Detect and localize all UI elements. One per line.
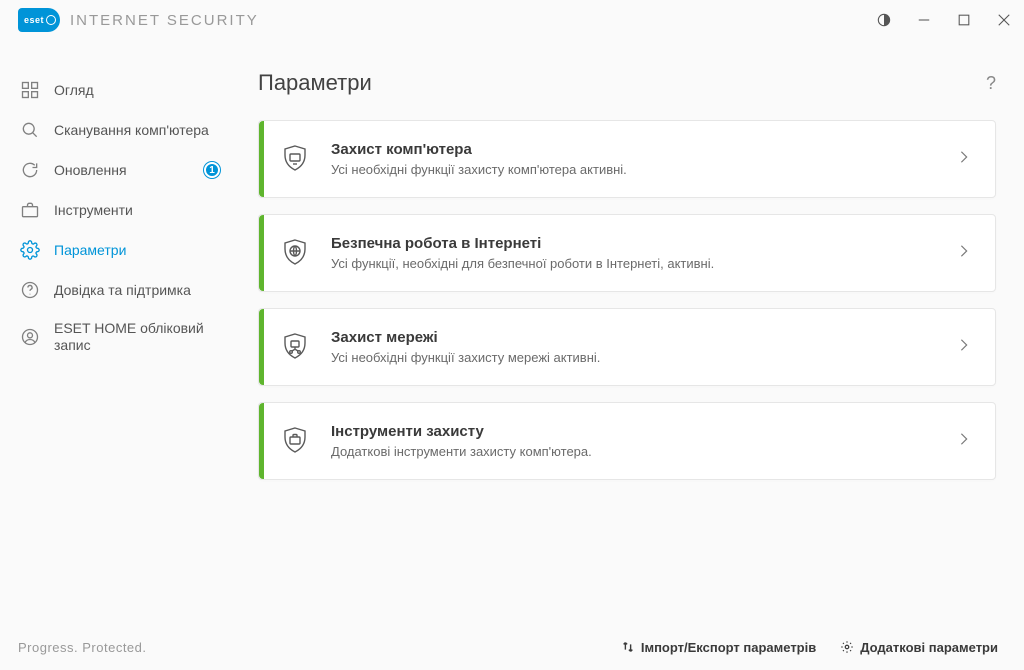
sidebar-item-overview[interactable]: Огляд — [14, 70, 232, 110]
card-internet-protection[interactable]: Безпечна робота в Інтернеті Усі функції,… — [258, 214, 996, 292]
window-controls — [864, 0, 1024, 40]
card-desc: Усі необхідні функції захисту мережі акт… — [331, 350, 957, 365]
sidebar-item-label: Оновлення — [54, 162, 127, 179]
update-badge: 1 — [204, 162, 220, 178]
card-title: Захист мережі — [331, 329, 957, 346]
card-title: Безпечна робота в Інтернеті — [331, 235, 957, 252]
minimize-button[interactable] — [904, 0, 944, 40]
sidebar-item-account[interactable]: ESET HOME обліковий запис — [14, 310, 232, 364]
sidebar-item-update[interactable]: Оновлення 1 — [14, 150, 232, 190]
app-logo: eset INTERNET SECURITY — [18, 8, 259, 32]
gear-icon — [840, 640, 854, 654]
cards-container: Захист комп'ютера Усі необхідні функції … — [258, 120, 996, 480]
sidebar-item-label: Параметри — [54, 242, 126, 259]
card-desc: Усі необхідні функції захисту комп'ютера… — [331, 162, 957, 177]
chevron-right-icon — [957, 150, 971, 169]
sidebar-item-label: ESET HOME обліковий запис — [54, 320, 226, 354]
sidebar-item-label: Довідка та підтримка — [54, 282, 191, 299]
sidebar-item-label: Сканування комп'ютера — [54, 122, 209, 139]
transfer-icon — [621, 640, 635, 654]
chevron-right-icon — [957, 338, 971, 357]
footer-slogan: Progress. Protected. — [18, 640, 147, 655]
sidebar-item-label: Огляд — [54, 82, 94, 99]
shield-monitor-icon — [259, 143, 331, 175]
gear-icon — [20, 240, 40, 260]
card-desc: Усі функції, необхідні для безпечної роб… — [331, 256, 957, 271]
shield-globe-icon — [259, 237, 331, 269]
footer-link-label: Імпорт/Експорт параметрів — [641, 640, 816, 655]
help-button[interactable]: ? — [986, 73, 996, 94]
logo-badge: eset — [18, 8, 60, 32]
card-computer-protection[interactable]: Захист комп'ютера Усі необхідні функції … — [258, 120, 996, 198]
grid-icon — [20, 80, 40, 100]
advanced-setup-link[interactable]: Додаткові параметри — [840, 640, 998, 655]
sidebar-item-tools[interactable]: Інструменти — [14, 190, 232, 230]
chevron-right-icon — [957, 244, 971, 263]
footer: Progress. Protected. Імпорт/Експорт пара… — [0, 624, 1024, 670]
maximize-button[interactable] — [944, 0, 984, 40]
sidebar: Огляд Сканування комп'ютера Оновлення 1 … — [0, 40, 246, 624]
briefcase-icon — [20, 200, 40, 220]
sidebar-item-help[interactable]: Довідка та підтримка — [14, 270, 232, 310]
logo-text: INTERNET SECURITY — [70, 12, 259, 29]
shield-briefcase-icon — [259, 425, 331, 457]
card-security-tools[interactable]: Інструменти захисту Додаткові інструмент… — [258, 402, 996, 480]
card-desc: Додаткові інструменти захисту комп'ютера… — [331, 444, 957, 459]
contrast-icon[interactable] — [864, 0, 904, 40]
card-title: Інструменти захисту — [331, 423, 957, 440]
close-button[interactable] — [984, 0, 1024, 40]
card-network-protection[interactable]: Захист мережі Усі необхідні функції захи… — [258, 308, 996, 386]
titlebar: eset INTERNET SECURITY — [0, 0, 1024, 40]
shield-network-icon — [259, 331, 331, 363]
card-title: Захист комп'ютера — [331, 141, 957, 158]
import-export-link[interactable]: Імпорт/Експорт параметрів — [621, 640, 816, 655]
user-circle-icon — [20, 327, 40, 347]
sidebar-item-scan[interactable]: Сканування комп'ютера — [14, 110, 232, 150]
help-circle-icon — [20, 280, 40, 300]
refresh-icon — [20, 160, 40, 180]
sidebar-item-setup[interactable]: Параметри — [14, 230, 232, 270]
footer-link-label: Додаткові параметри — [860, 640, 998, 655]
sidebar-item-label: Інструменти — [54, 202, 133, 219]
chevron-right-icon — [957, 432, 971, 451]
main-panel: Параметри ? Захист комп'ютера Усі необхі… — [246, 40, 1024, 624]
search-icon — [20, 120, 40, 140]
page-title: Параметри — [258, 70, 372, 96]
